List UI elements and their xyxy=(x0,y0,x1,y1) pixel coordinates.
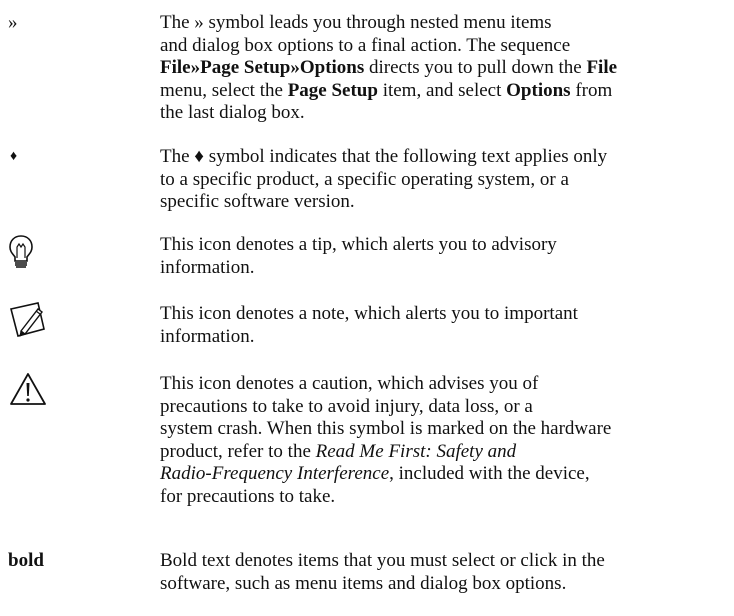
doc-title-italic-1: Read Me First: Safety and xyxy=(315,440,517,462)
desc-line: precautions to take to avoid injury, dat… xyxy=(160,395,533,417)
convention-desc-diamond: The ♦ symbol indicates that the followin… xyxy=(160,146,728,214)
menu-options-bold: Options xyxy=(506,79,571,101)
convention-label-diamond: ♦ xyxy=(10,149,18,164)
desc-line-with-italic: product, refer to the Read Me First: Saf… xyxy=(160,441,728,464)
convention-label-chevron: » xyxy=(8,12,18,33)
desc-line: and dialog box options to a final action… xyxy=(160,34,571,56)
desc-line: information. xyxy=(160,325,255,347)
menu-file-bold: File xyxy=(586,57,618,78)
convention-label-bold: bold xyxy=(8,550,44,571)
desc-text: , included with the device, xyxy=(389,463,590,484)
desc-line-with-bold: File»Page Setup»Options directs you to p… xyxy=(160,57,728,80)
note-pencil-icon xyxy=(8,299,48,344)
desc-line: This icon denotes a tip, which alerts yo… xyxy=(160,234,557,255)
desc-text: from xyxy=(570,79,613,101)
desc-text: directs you to pull down the xyxy=(364,57,587,78)
conventions-page: » The » symbol leads you through nested … xyxy=(0,0,734,616)
desc-line: for precautions to take. xyxy=(160,485,336,507)
desc-text: product, refer to the xyxy=(160,440,316,462)
doc-title-italic-2: Radio-Frequency Interference xyxy=(160,463,390,484)
convention-desc-menu-path: The » symbol leads you through nested me… xyxy=(160,12,728,125)
desc-text: item, and select xyxy=(377,79,507,101)
desc-text: menu, select the xyxy=(160,79,288,101)
desc-line: specific software version. xyxy=(160,191,355,212)
desc-line: The » symbol leads you through nested me… xyxy=(160,12,552,33)
desc-line-with-bold: menu, select the Page Setup item, and se… xyxy=(160,80,728,103)
desc-line: This icon denotes a caution, which advis… xyxy=(160,373,539,394)
desc-line: the last dialog box. xyxy=(160,102,305,123)
desc-line: software, such as menu items and dialog … xyxy=(160,572,567,594)
convention-desc-bold: Bold text denotes items that you must se… xyxy=(160,550,728,595)
desc-line: Bold text denotes items that you must se… xyxy=(160,550,605,571)
menu-path-bold: File»Page Setup»Options xyxy=(160,57,365,78)
desc-line-with-italic: Radio-Frequency Interference, included w… xyxy=(160,463,728,486)
desc-line: The ♦ symbol indicates that the followin… xyxy=(160,146,608,167)
desc-line: information. xyxy=(160,256,255,278)
convention-desc-caution: This icon denotes a caution, which advis… xyxy=(160,373,728,508)
convention-desc-note: This icon denotes a note, which alerts y… xyxy=(160,303,728,348)
desc-line: system crash. When this symbol is marked… xyxy=(160,418,612,439)
desc-line: This icon denotes a note, which alerts y… xyxy=(160,303,578,324)
desc-line: to a specific product, a specific operat… xyxy=(160,168,569,190)
tip-lightbulb-icon xyxy=(8,234,34,275)
convention-desc-tip: This icon denotes a tip, which alerts yo… xyxy=(160,234,728,279)
caution-warning-icon xyxy=(8,371,48,412)
menu-page-setup-bold: Page Setup xyxy=(287,79,378,101)
